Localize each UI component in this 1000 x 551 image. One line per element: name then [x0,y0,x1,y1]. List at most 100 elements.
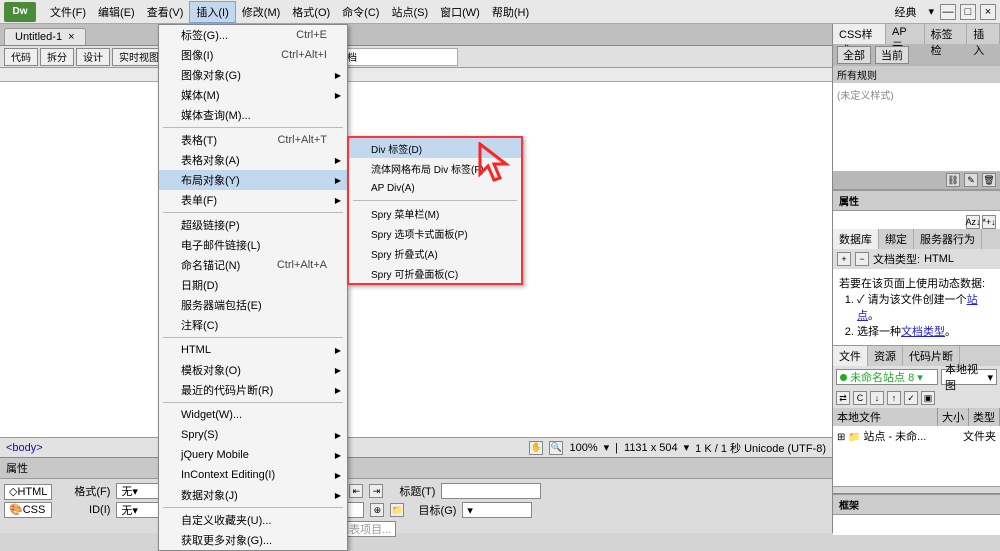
menu-edit[interactable]: 编辑(E) [92,1,141,23]
document-tab[interactable]: Untitled-1 × [4,28,86,45]
tab-css-styles[interactable]: CSS样式 [833,24,886,44]
css-all-button[interactable]: 全部 [837,46,871,64]
doctype-link[interactable]: 文档类型 [901,326,945,338]
frames-panel-title[interactable]: 框架 [833,494,1000,515]
col-local-files[interactable]: 本地文件 [833,408,938,426]
split-view-button[interactable]: 拆分 [40,48,74,66]
checkout-icon[interactable]: ✓ [904,391,918,405]
menu-commands[interactable]: 命令(C) [336,1,385,23]
menu-insert[interactable]: 插入(I) [189,1,235,23]
menu-item-comment[interactable]: 注释(C) [159,315,347,335]
tab-close-icon[interactable]: × [68,31,74,43]
menu-item-mediaq[interactable]: 媒体查询(M)... [159,105,347,125]
css-current-button[interactable]: 当前 [875,46,909,64]
menu-item-imageobj[interactable]: 图像对象(G)▶ [159,65,347,85]
menu-modify[interactable]: 修改(M) [236,1,287,23]
properties-panel-title[interactable]: 属性 [0,458,832,479]
maximize-icon[interactable]: □ [960,4,976,20]
tab-insert[interactable]: 插入 [967,24,1000,44]
menu-file[interactable]: 文件(F) [44,1,92,23]
html-mode-button[interactable]: ◇ HTML [4,484,52,500]
submenu-item-sprya[interactable]: Spry 折叠式(A) [349,243,521,263]
tab-tag-inspect[interactable]: 标签检 [925,24,968,44]
az-sort-icon[interactable]: Az↓ [966,215,980,229]
menu-item-ssi[interactable]: 服务器端包括(E) [159,295,347,315]
menu-item-tag[interactable]: 标签(G)...Ctrl+E [159,25,347,45]
menu-item-widget[interactable]: Widget(W)... [159,405,347,425]
expand-icon[interactable]: ▣ [921,391,935,405]
minimize-icon[interactable]: — [940,4,956,20]
workspace-switch[interactable]: 经典 [888,1,922,23]
point-to-file-icon[interactable]: ⊕ [370,503,384,517]
menu-item-email[interactable]: 电子邮件链接(L) [159,235,347,255]
view-select[interactable]: 本地视图▾ [941,369,997,385]
add-db-icon[interactable]: + [837,252,851,266]
menu-item-dataobj[interactable]: 数据对象(J)▶ [159,485,347,505]
refresh-icon[interactable]: C [853,391,867,405]
tag-selector[interactable]: <body> [6,442,43,454]
site-select[interactable]: 未命名站点 8 ▾ [836,369,938,385]
get-icon[interactable]: ↓ [870,391,884,405]
menu-item-tableobj[interactable]: 表格对象(A)▶ [159,150,347,170]
menu-item-hyperlink[interactable]: 超级链接(P) [159,215,347,235]
menu-item-fav[interactable]: 自定义收藏夹(U)... [159,510,347,530]
put-icon[interactable]: ↑ [887,391,901,405]
menu-item-html[interactable]: HTML▶ [159,340,347,360]
delete-rule-icon[interactable]: 🗑 [982,173,996,187]
menu-item-table[interactable]: 表格(T)Ctrl+Alt+T [159,130,347,150]
target-select[interactable]: ▾ [462,502,532,518]
outdent-button[interactable]: ⇤ [349,484,363,498]
menu-item-recent[interactable]: 最近的代码片断(R)▶ [159,380,347,400]
tab-databases[interactable]: 数据库 [833,229,879,249]
submenu-item-spryc[interactable]: Spry 可折叠面板(C) [349,263,521,283]
col-type[interactable]: 类型 [969,408,1000,426]
code-view-button[interactable]: 代码 [4,48,38,66]
hand-tool-icon[interactable]: ✋ [529,441,543,455]
remove-db-icon[interactable]: − [855,252,869,266]
menu-view[interactable]: 查看(V) [141,1,190,23]
submenu-item-sprym[interactable]: Spry 菜单栏(M) [349,203,521,223]
tab-server-behaviors[interactable]: 服务器行为 [914,229,982,249]
close-icon[interactable]: × [980,4,996,20]
menu-help[interactable]: 帮助(H) [486,1,535,23]
menu-bar: Dw 文件(F) 编辑(E) 查看(V) 插入(I) 修改(M) 格式(O) 命… [0,0,1000,24]
new-rule-icon[interactable]: ✎ [964,173,978,187]
search-icon[interactable]: ▾ [928,5,934,18]
zoom-level[interactable]: 100% [569,442,597,454]
attach-stylesheet-icon[interactable]: ⛓ [946,173,960,187]
menu-item-ice[interactable]: InContext Editing(I)▶ [159,465,347,485]
zoom-tool-icon[interactable]: 🔍 [549,441,563,455]
indent-button[interactable]: ⇥ [369,484,383,498]
tab-bindings[interactable]: 绑定 [879,229,914,249]
canvas-dimensions[interactable]: 1131 x 504 [624,442,678,454]
menu-item-tmplobj[interactable]: 模板对象(O)▶ [159,360,347,380]
connect-icon[interactable]: ⇄ [836,391,850,405]
menu-site[interactable]: 站点(S) [385,1,434,23]
menu-item-date[interactable]: 日期(D) [159,275,347,295]
design-view-button[interactable]: 设计 [76,48,110,66]
submenu-item-spryt[interactable]: Spry 选项卡式面板(P) [349,223,521,243]
tab-assets[interactable]: 资源 [868,346,903,366]
menu-item-spry[interactable]: Spry(S)▶ [159,425,347,445]
menu-window[interactable]: 窗口(W) [434,1,486,23]
insert-menu-dropdown: 标签(G)...Ctrl+E图像(I)Ctrl+Alt+I图像对象(G)▶媒体(… [158,24,348,551]
files-tree[interactable]: ⊞ 📁 站点 - 未命... 文件夹 [833,426,1000,486]
browse-icon[interactable]: 📁 [390,503,404,517]
headtitle-input[interactable] [441,483,541,499]
col-size[interactable]: 大小 [938,408,969,426]
list-sort-icon[interactable]: *+↓ [982,215,996,229]
menu-item-image[interactable]: 图像(I)Ctrl+Alt+I [159,45,347,65]
doctype-value: HTML [924,253,954,265]
menu-item-layout[interactable]: 布局对象(Y)▶ [159,170,347,190]
menu-item-more[interactable]: 获取更多对象(G)... [159,530,347,550]
menu-item-jqm[interactable]: jQuery Mobile▶ [159,445,347,465]
menu-format[interactable]: 格式(O) [286,1,336,23]
tab-ap-elements[interactable]: AP 元 [886,24,925,44]
menu-item-anchor[interactable]: 命名锚记(N)Ctrl+Alt+A [159,255,347,275]
menu-item-media[interactable]: 媒体(M)▶ [159,85,347,105]
properties-section-header[interactable]: 属性 [833,190,1000,211]
menu-item-form[interactable]: 表单(F)▶ [159,190,347,210]
css-mode-button[interactable]: 🎨 CSS [4,502,52,518]
frames-panel: 框架 [832,493,1000,533]
tab-files[interactable]: 文件 [833,346,868,366]
